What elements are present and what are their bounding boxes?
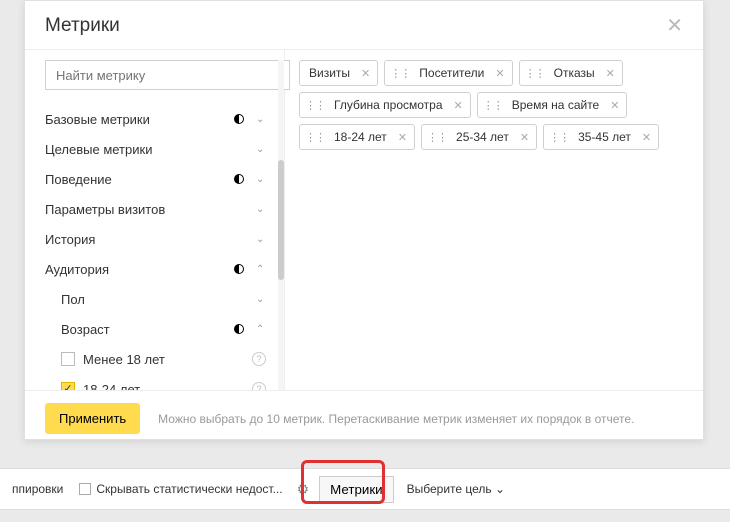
chip-bounces[interactable]: ⋮⋮Отказы✕ [519, 60, 623, 86]
chips-row-3: ⋮⋮18-24 лет✕ ⋮⋮25-34 лет✕ ⋮⋮35-45 лет✕ [299, 124, 689, 150]
drag-icon[interactable]: ⋮⋮ [422, 131, 452, 144]
drag-icon[interactable]: ⋮⋮ [544, 131, 574, 144]
modal-title: Метрики [45, 15, 120, 37]
close-icon[interactable]: ✕ [666, 16, 683, 36]
chevron-down-icon: ⌄ [256, 144, 266, 154]
drag-icon[interactable]: ⋮⋮ [385, 67, 415, 80]
remove-icon[interactable]: ✕ [488, 67, 511, 80]
category-behavior[interactable]: Поведение⌄ [45, 164, 274, 194]
drag-icon[interactable]: ⋮⋮ [478, 99, 508, 112]
category-basic[interactable]: Базовые метрики⌄ [45, 104, 274, 134]
indicator-icon [234, 114, 244, 124]
hint-text: Можно выбрать до 10 метрик. Перетаскиван… [158, 412, 634, 426]
search-input[interactable] [45, 60, 290, 90]
choose-goal-select[interactable]: Выберите цель ⌄ [398, 476, 514, 502]
chip-age-35-45[interactable]: ⋮⋮35-45 лет✕ [543, 124, 659, 150]
category-visit-params[interactable]: Параметры визитов⌄ [45, 194, 274, 224]
bottom-toolbar: ппировки Скрывать статистически недост..… [0, 468, 730, 510]
drag-icon[interactable]: ⋮⋮ [300, 99, 330, 112]
modal-footer: Применить Можно выбрать до 10 метрик. Пе… [25, 390, 703, 446]
chip-visitors[interactable]: ⋮⋮Посетители✕ [384, 60, 512, 86]
remove-icon[interactable]: ✕ [635, 131, 658, 144]
subcategory-age[interactable]: Возраст⌃ [45, 314, 274, 344]
remove-icon[interactable]: ✕ [513, 131, 536, 144]
chevron-down-icon: ⌄ [256, 174, 266, 184]
age-18-24[interactable]: ✓18-24 лет? [45, 374, 274, 390]
remove-icon[interactable]: ✕ [391, 131, 414, 144]
chevron-down-icon: ⌄ [256, 294, 266, 304]
right-panel: Визиты✕ ⋮⋮Посетители✕ ⋮⋮Отказы✕ ⋮⋮Глубин… [285, 50, 703, 390]
drag-icon[interactable]: ⋮⋮ [300, 131, 330, 144]
subcategory-gender[interactable]: Пол⌄ [45, 284, 274, 314]
indicator-icon [234, 264, 244, 274]
scrollbar-thumb[interactable] [278, 160, 284, 280]
gear-icon[interactable]: ⚙ [297, 481, 310, 498]
checkbox-icon[interactable] [61, 352, 75, 366]
chips-row-1: Визиты✕ ⋮⋮Посетители✕ ⋮⋮Отказы✕ [299, 60, 689, 86]
chevron-down-icon: ⌄ [256, 204, 266, 214]
checkbox-checked-icon[interactable]: ✓ [61, 382, 75, 390]
left-panel: Базовые метрики⌄ Целевые метрики⌄ Поведе… [25, 50, 285, 390]
chip-age-25-34[interactable]: ⋮⋮25-34 лет✕ [421, 124, 537, 150]
remove-icon[interactable]: ✕ [599, 67, 622, 80]
metrics-modal: Метрики ✕ Базовые метрики⌄ Целевые метри… [24, 0, 704, 440]
category-tree: Базовые метрики⌄ Целевые метрики⌄ Поведе… [45, 104, 274, 390]
apply-button[interactable]: Применить [45, 403, 140, 434]
category-goals[interactable]: Целевые метрики⌄ [45, 134, 274, 164]
checkbox-icon[interactable] [79, 483, 91, 495]
help-icon[interactable]: ? [252, 382, 266, 390]
indicator-icon [234, 174, 244, 184]
chevron-down-icon: ⌄ [495, 482, 505, 496]
modal-body: Базовые метрики⌄ Целевые метрики⌄ Поведе… [25, 50, 703, 390]
chip-depth[interactable]: ⋮⋮Глубина просмотра✕ [299, 92, 471, 118]
chip-time[interactable]: ⋮⋮Время на сайте✕ [477, 92, 628, 118]
remove-icon[interactable]: ✕ [603, 99, 626, 112]
scrollbar[interactable] [278, 60, 284, 390]
drag-icon[interactable]: ⋮⋮ [520, 67, 550, 80]
age-under-18[interactable]: Менее 18 лет? [45, 344, 274, 374]
remove-icon[interactable]: ✕ [354, 67, 377, 80]
remove-icon[interactable]: ✕ [447, 99, 470, 112]
chip-visits[interactable]: Визиты✕ [299, 60, 378, 86]
category-history[interactable]: История⌄ [45, 224, 274, 254]
chevron-up-icon: ⌃ [256, 264, 266, 274]
chevron-down-icon: ⌄ [256, 114, 266, 124]
category-audience[interactable]: Аудитория⌃ [45, 254, 274, 284]
chip-age-18-24[interactable]: ⋮⋮18-24 лет✕ [299, 124, 415, 150]
help-icon[interactable]: ? [252, 352, 266, 366]
indicator-icon [234, 324, 244, 334]
hide-stat-checkbox[interactable]: Скрывать статистически недост... [71, 475, 290, 503]
modal-header: Метрики ✕ [25, 1, 703, 50]
chips-row-2: ⋮⋮Глубина просмотра✕ ⋮⋮Время на сайте✕ [299, 92, 689, 118]
chevron-down-icon: ⌄ [256, 234, 266, 244]
grouping-fragment: ппировки [4, 475, 71, 503]
metrics-button[interactable]: Метрики [319, 476, 393, 503]
chevron-up-icon: ⌃ [256, 324, 266, 334]
